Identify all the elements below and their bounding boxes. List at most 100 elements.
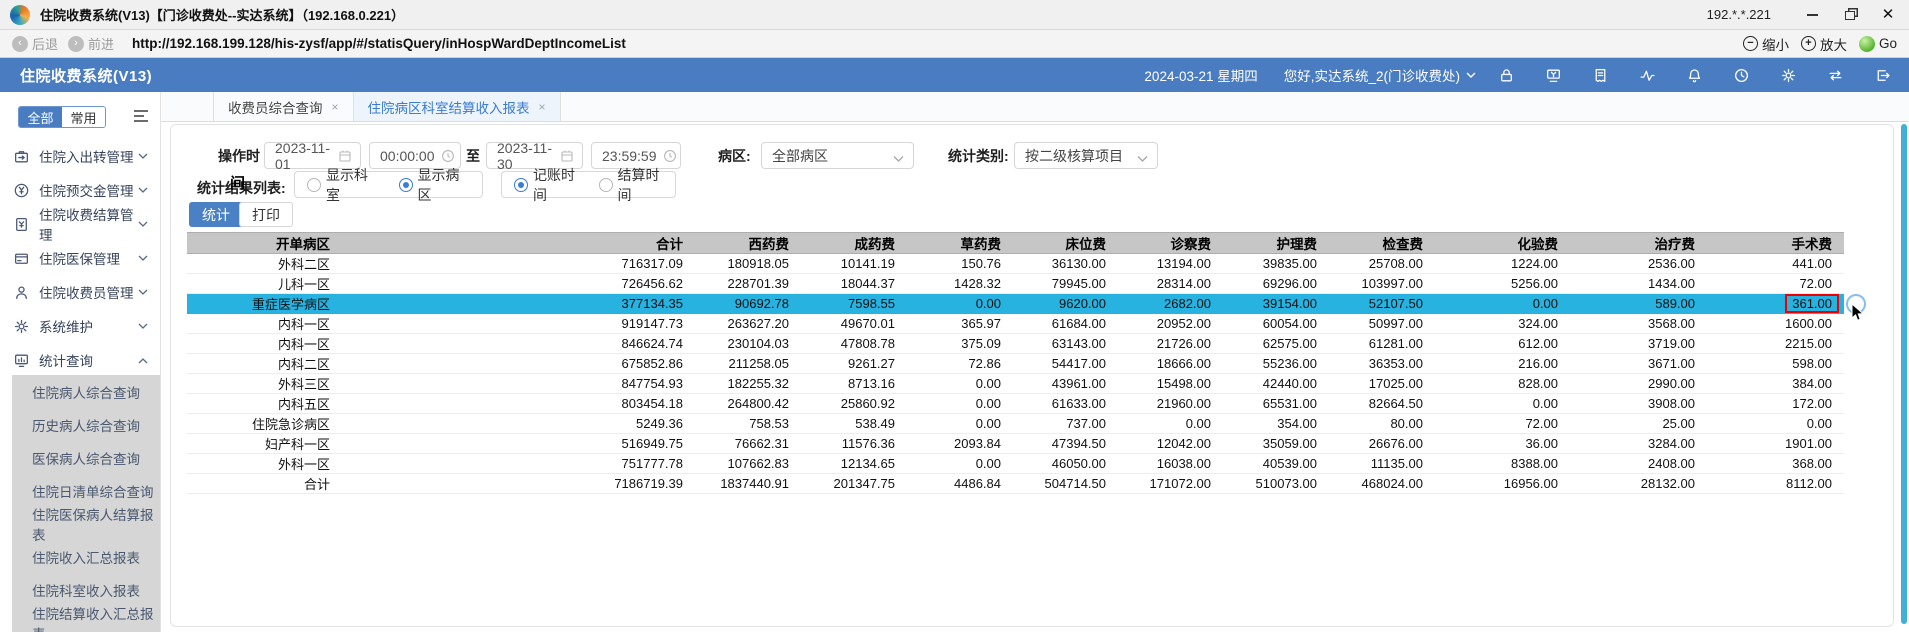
amount-cell: 2682.00 <box>1118 293 1223 314</box>
amount-cell: 1837440.91 <box>695 473 801 494</box>
sidebar-subitem[interactable]: 历史病人综合查询 <box>12 408 160 441</box>
table-row[interactable]: 内科二区 675852.86 211258.05 9261.27 72.86 54417.… <box>187 353 1844 374</box>
activity-icon[interactable] <box>1639 67 1656 84</box>
restore-button[interactable] <box>1839 6 1861 24</box>
sidebar-subitem[interactable]: 住院日清单综合查询 <box>12 474 160 507</box>
time-mode-radio[interactable]: 记账时间 <box>514 165 579 205</box>
sidebar-subitem[interactable]: 住院病人综合查询 <box>12 375 160 408</box>
back-button[interactable]: ‹ 后退 <box>12 34 58 53</box>
sidebar-subitem[interactable]: 医保病人综合查询 <box>12 441 160 474</box>
close-button[interactable]: ✕ <box>1877 6 1899 24</box>
print-button[interactable]: 打印 <box>239 202 293 227</box>
table-row[interactable]: 外科一区 751777.78 107662.83 12134.65 0.00 46050.… <box>187 453 1844 474</box>
sidebar-subitem[interactable]: 住院科室收入报表 <box>12 573 160 606</box>
sidebar-item-label: 统计查询 <box>39 354 93 369</box>
table-row[interactable]: 妇产科一区 516949.75 76662.31 11576.36 2093.84 473… <box>187 433 1844 454</box>
amount-cell: 1600.00 <box>1707 313 1844 334</box>
display-mode-radio[interactable]: 显示病区 <box>398 165 471 205</box>
amount-cell: 354.00 <box>1223 413 1329 434</box>
swap-icon[interactable] <box>1827 67 1844 84</box>
amount-cell: 726456.62 <box>342 273 695 294</box>
sidebar-subitem[interactable]: 住院收入汇总报表 <box>12 540 160 573</box>
vertical-scrollbar[interactable] <box>1901 124 1907 624</box>
column-header: 开单病区 <box>187 232 342 254</box>
go-button[interactable]: Go <box>1858 35 1897 52</box>
amount-cell: 211258.05 <box>695 353 801 374</box>
logout-icon[interactable] <box>1874 67 1891 84</box>
url-text[interactable]: http://192.168.199.128/his-zysf/app/#/st… <box>132 36 626 51</box>
minimize-button[interactable] <box>1801 6 1823 24</box>
amount-cell: 324.00 <box>1435 313 1570 334</box>
sidebar-subitem[interactable]: 住院医保病人结算报表 <box>12 507 160 543</box>
amount-cell: 172.00 <box>1707 393 1844 414</box>
table-row[interactable]: 外科二区 716317.09 180918.05 10141.19 150.76 3613… <box>187 253 1844 274</box>
table-row[interactable]: 住院急诊病区 5249.36 758.53 538.49 0.00 737.00 0.00 3… <box>187 413 1844 434</box>
forward-icon: › <box>68 35 85 52</box>
sidebar-item-maintain[interactable]: 系统维护 <box>0 309 160 343</box>
table-row[interactable]: 内科五区 803454.18 264800.42 25860.92 0.00 61633.… <box>187 393 1844 414</box>
table-row[interactable]: 外科三区 847754.93 182255.32 8713.16 0.00 43961.0… <box>187 373 1844 394</box>
amount-cell: 50997.00 <box>1329 313 1435 334</box>
zoom-in-button[interactable]: + 放大 <box>1800 34 1847 54</box>
tab-close-icon[interactable]: × <box>332 100 339 114</box>
sidebar-item-prepay[interactable]: 住院预交金管理 <box>0 173 160 207</box>
income-report-table: 开单病区 合计 西药费 成药费 草药费 床位费 诊察费 护理费 检查费 化验费 治疗费 手术费 外科二区… <box>187 232 1844 494</box>
amount-cell: 90692.78 <box>695 293 801 314</box>
forward-button[interactable]: › 前进 <box>68 34 114 53</box>
settle-icon <box>13 216 30 233</box>
table-row[interactable]: 合计 7186719.39 1837440.91 201347.75 4486.84 50… <box>187 473 1844 494</box>
table-row[interactable]: 内科一区 919147.73 263627.20 49670.01 365.97 6168… <box>187 313 1844 334</box>
amount-cell: 42440.00 <box>1223 373 1329 394</box>
user-menu[interactable]: 您好,实达系统_2(门诊收费处) <box>1284 65 1476 85</box>
table-row[interactable]: 内科一区 846624.74 230104.03 47808.78 375.09 6314… <box>187 333 1844 354</box>
amount-cell: 847754.93 <box>342 373 695 394</box>
amount-cell: 230104.03 <box>695 333 801 354</box>
ward-name-cell: 外科三区 <box>187 373 342 394</box>
menu-collapse-icon[interactable] <box>132 108 150 124</box>
tab-2[interactable]: 住院病区科室结算收入报表 × <box>353 92 561 121</box>
lock-icon[interactable] <box>1498 67 1515 84</box>
gear-icon[interactable] <box>1780 67 1797 84</box>
amount-cell: 1901.00 <box>1707 433 1844 454</box>
amount-cell: 12042.00 <box>1118 433 1223 454</box>
stat-type-select[interactable]: 按二级核算项目 <box>1014 142 1158 169</box>
table-row[interactable]: 重症医学病区 377134.35 90692.78 7598.55 0.00 9620.0… <box>187 293 1844 314</box>
sidebar-item-label: 系统维护 <box>39 320 93 335</box>
sidebar-item-settle[interactable]: 住院收费结算管理 <box>0 207 160 243</box>
clock-icon[interactable] <box>1733 67 1750 84</box>
amount-cell: 25708.00 <box>1329 253 1435 274</box>
amount-cell: 72.00 <box>1435 413 1570 434</box>
pos-terminal-icon[interactable] <box>1545 67 1562 84</box>
segment-all-button[interactable]: 全部 <box>19 107 62 127</box>
column-header: 西药费 <box>695 232 801 254</box>
table-row[interactable]: 儿科一区 726456.62 228701.39 18044.37 1428.32 799… <box>187 273 1844 294</box>
radio-icon <box>398 177 413 192</box>
sidebar-item-cashier[interactable]: 住院收费员管理 <box>0 275 160 309</box>
amount-cell: 180918.05 <box>695 253 801 274</box>
prepay-icon <box>13 182 30 199</box>
stat-button[interactable]: 统计 <box>189 202 243 227</box>
amount-cell: 82664.50 <box>1329 393 1435 414</box>
amount-cell: 2990.00 <box>1570 373 1707 394</box>
segment-common-button[interactable]: 常用 <box>62 107 105 127</box>
zoom-out-button[interactable]: − 缩小 <box>1742 34 1789 54</box>
receipt-icon[interactable] <box>1592 67 1609 84</box>
sidebar-item-statis[interactable]: 统计查询 <box>0 343 160 377</box>
tab-1[interactable]: 收费员综合查询 × <box>213 92 354 121</box>
column-header: 草药费 <box>907 232 1013 254</box>
time-mode-radio[interactable]: 结算时间 <box>598 165 664 205</box>
tab-close-icon[interactable]: × <box>539 100 546 114</box>
sidebar-item-insurance[interactable]: 住院医保管理 <box>0 241 160 275</box>
amount-cell: 2215.00 <box>1707 333 1844 354</box>
sidebar-item-label: 住院预交金管理 <box>39 184 134 199</box>
display-mode-radio[interactable]: 显示科室 <box>307 165 379 205</box>
calendar-icon <box>338 149 352 163</box>
ward-name-cell: 外科一区 <box>187 453 342 474</box>
amount-cell: 28132.00 <box>1570 473 1707 494</box>
sidebar-item-transfer[interactable]: 住院入出转管理 <box>0 139 160 173</box>
ward-select[interactable]: 全部病区 <box>761 142 914 169</box>
sidebar-subitem[interactable]: 住院结算收入汇总报表 <box>12 606 160 632</box>
radio-icon <box>514 177 528 192</box>
ward-name-cell: 内科二区 <box>187 353 342 374</box>
bell-icon[interactable] <box>1686 67 1703 84</box>
